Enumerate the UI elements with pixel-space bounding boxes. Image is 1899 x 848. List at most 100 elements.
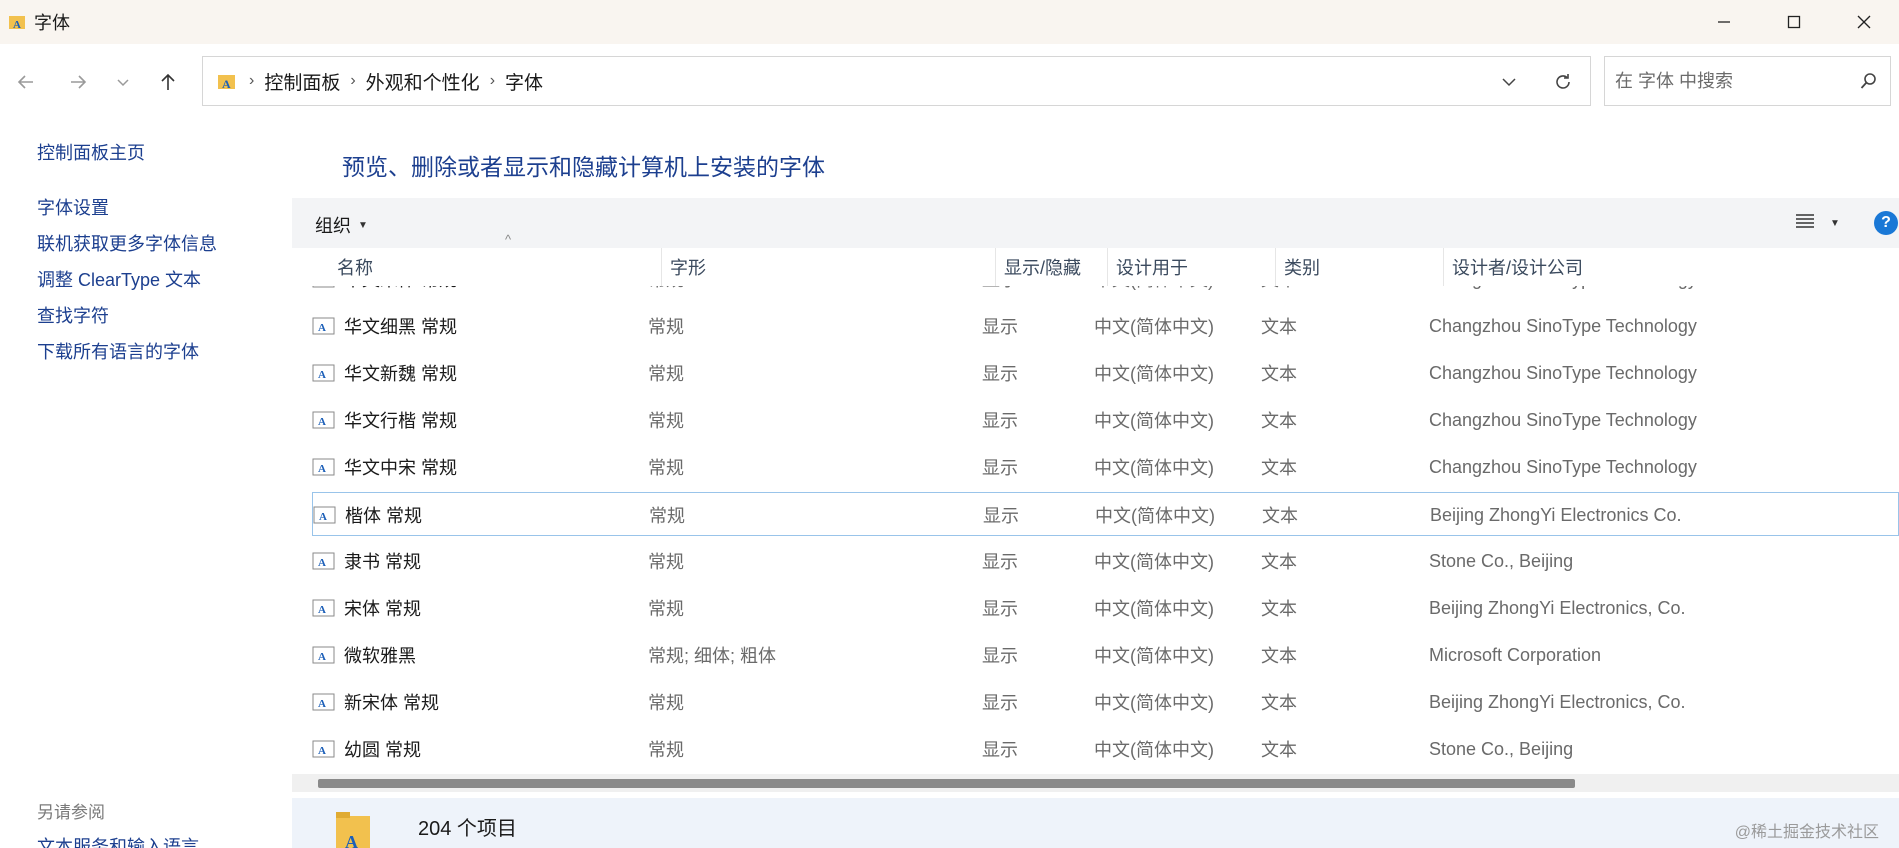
chevron-down-icon[interactable] bbox=[107, 66, 139, 98]
font-file-icon: A bbox=[312, 411, 335, 429]
visibility-cell: 显示 bbox=[982, 286, 1092, 301]
download-all-fonts-link[interactable]: 下载所有语言的字体 bbox=[37, 338, 199, 364]
search-box[interactable] bbox=[1604, 56, 1891, 106]
font-style-cell: 常规 bbox=[648, 539, 978, 583]
font-name-cell: A 华文宋体 常规 bbox=[312, 286, 672, 301]
caret-down-icon: ▼ bbox=[358, 219, 368, 231]
font-folder-icon: A bbox=[332, 810, 376, 848]
see-also-heading: 另请参阅 bbox=[37, 803, 105, 822]
font-name-cell: A 华文中宋 常规 bbox=[312, 445, 672, 489]
font-name-cell: A 微软雅黑 bbox=[312, 633, 672, 677]
designed-for-cell-text: 中文(简体中文) bbox=[1094, 411, 1214, 431]
visibility-cell: 显示 bbox=[982, 633, 1092, 677]
column-header-name[interactable]: 名称 bbox=[329, 248, 662, 286]
visibility-cell: 显示 bbox=[982, 727, 1092, 766]
designed-for-cell-text: 中文(简体中文) bbox=[1094, 364, 1214, 384]
visibility-cell-text: 显示 bbox=[983, 506, 1019, 526]
svg-text:A: A bbox=[318, 745, 326, 757]
breadcrumb-fonts[interactable]: 字体 bbox=[505, 68, 543, 95]
up-arrow-icon[interactable] bbox=[152, 66, 184, 98]
table-row[interactable]: A 幼圆 常规 常规 显示 中文(简体中文) 文本 Stone Co., Beijing bbox=[312, 727, 1899, 766]
table-row[interactable]: A 隶书 常规 常规 显示 中文(简体中文) 文本 Stone Co., Beijing bbox=[312, 539, 1899, 583]
visibility-cell: 显示 bbox=[982, 351, 1092, 395]
font-style-cell-text: 常规 bbox=[649, 506, 685, 526]
visibility-cell-text: 显示 bbox=[982, 458, 1018, 478]
table-row[interactable]: A 华文行楷 常规 常规 显示 中文(简体中文) 文本 Changzhou SinoType… bbox=[312, 398, 1899, 442]
svg-text:A: A bbox=[319, 511, 327, 523]
font-style-cell: 常规 bbox=[649, 493, 979, 537]
breadcrumb-control-panel[interactable]: 控制面板 bbox=[264, 68, 340, 95]
font-name-cell-text: 微软雅黑 bbox=[344, 646, 416, 666]
horizontal-scrollbar[interactable] bbox=[292, 774, 1899, 792]
table-row[interactable]: A 新宋体 常规 常规 显示 中文(简体中文) 文本 Beijing ZhongYi Ele… bbox=[312, 680, 1899, 724]
category-cell-text: 文本 bbox=[1261, 552, 1297, 572]
scrollbar-thumb[interactable] bbox=[318, 779, 1575, 788]
font-style-cell-text: 常规 bbox=[648, 364, 684, 384]
font-style-cell-text: 常规; 细体; 粗体 bbox=[648, 646, 777, 666]
search-input[interactable] bbox=[1615, 67, 1845, 95]
svg-text:A: A bbox=[318, 557, 326, 569]
address-history-chevron-icon[interactable] bbox=[1496, 69, 1522, 95]
organize-button[interactable]: 组织 ▼ bbox=[315, 212, 368, 238]
category-cell-text: 文本 bbox=[1261, 646, 1297, 666]
table-row[interactable]: A 微软雅黑 常规; 细体; 粗体 显示 中文(简体中文) 文本 Microsoft Cor… bbox=[312, 633, 1899, 677]
category-cell-text: 文本 bbox=[1261, 364, 1297, 384]
control-panel-home-link[interactable]: 控制面板主页 bbox=[37, 139, 145, 165]
svg-text:A: A bbox=[318, 369, 326, 381]
organize-label: 组织 bbox=[315, 216, 351, 236]
minimize-button[interactable] bbox=[1689, 0, 1759, 44]
column-header-category[interactable]: 类别 bbox=[1276, 248, 1444, 286]
find-character-link[interactable]: 查找字符 bbox=[37, 302, 109, 328]
watermark: @稀土掘金技术社区 bbox=[1734, 824, 1879, 841]
designed-for-cell-text: 中文(简体中文) bbox=[1094, 740, 1214, 760]
font-style-cell-text: 常规 bbox=[648, 740, 684, 760]
left-pane: 控制面板主页 字体设置 联机获取更多字体信息 调整 ClearType 文本 查… bbox=[0, 116, 292, 848]
table-row[interactable]: A 华文细黑 常规 常规 显示 中文(简体中文) 文本 Changzhou SinoType… bbox=[312, 304, 1899, 348]
breadcrumb-separator: › bbox=[489, 72, 496, 89]
designer-cell-text: Stone Co., Beijing bbox=[1429, 550, 1574, 571]
designer-cell: Changzhou SinoType Technology bbox=[1429, 398, 1899, 442]
font-style-cell-text: 常规 bbox=[648, 693, 684, 713]
column-header-designer[interactable]: 设计者/设计公司 bbox=[1444, 248, 1899, 286]
font-list: A华文宋体 常规常规显示中文(简体中文)文本Changzhou SinoType… bbox=[292, 286, 1899, 766]
designed-for-cell-text: 中文(简体中文) bbox=[1094, 646, 1214, 666]
search-icon[interactable] bbox=[1858, 70, 1880, 92]
svg-text:A: A bbox=[318, 604, 326, 616]
get-more-font-info-link[interactable]: 联机获取更多字体信息 bbox=[37, 230, 217, 256]
svg-text:A: A bbox=[13, 19, 21, 31]
designed-for-cell-text: 中文(简体中文) bbox=[1094, 317, 1214, 337]
table-row[interactable]: A 华文宋体 常规 常规 显示 中文(简体中文) 文本 Changzhou SinoType… bbox=[312, 286, 1899, 301]
designer-cell: Beijing ZhongYi Electronics Co. bbox=[1430, 493, 1899, 537]
table-row[interactable]: A 宋体 常规 常规 显示 中文(简体中文) 文本 Beijing ZhongYi Elec… bbox=[312, 586, 1899, 630]
text-services-link[interactable]: 文本服务和输入语言 bbox=[37, 833, 199, 848]
font-file-icon: A bbox=[313, 506, 336, 524]
designer-cell-text: Changzhou SinoType Technology bbox=[1429, 286, 1697, 290]
font-name-cell-text: 隶书 常规 bbox=[344, 552, 422, 572]
svg-text:A: A bbox=[318, 416, 326, 428]
adjust-cleartype-link[interactable]: 调整 ClearType 文本 bbox=[37, 266, 201, 292]
table-row[interactable]: A 华文中宋 常规 常规 显示 中文(简体中文) 文本 Changzhou SinoType… bbox=[312, 445, 1899, 489]
font-style-cell: 常规 bbox=[648, 304, 978, 348]
column-header-visibility[interactable]: 显示/隐藏 bbox=[996, 248, 1108, 286]
column-header-row: 名称 字形 显示/隐藏 设计用于 类别 设计者/设计公司 bbox=[292, 248, 1899, 286]
back-arrow-icon[interactable] bbox=[10, 66, 42, 98]
visibility-cell: 显示 bbox=[983, 493, 1093, 537]
view-options-button[interactable]: ▼ bbox=[1794, 210, 1852, 236]
column-header-style[interactable]: 字形 bbox=[662, 248, 996, 286]
designer-cell-text: Changzhou SinoType Technology bbox=[1429, 409, 1697, 430]
forward-arrow-icon[interactable] bbox=[62, 66, 94, 98]
column-header-designed-for[interactable]: 设计用于 bbox=[1108, 248, 1276, 286]
font-settings-link[interactable]: 字体设置 bbox=[37, 194, 109, 220]
table-row[interactable]: A 楷体 常规 常规 显示 中文(简体中文) 文本 Beijing ZhongYi Elec… bbox=[312, 492, 1899, 536]
breadcrumb-appearance[interactable]: 外观和个性化 bbox=[366, 68, 480, 95]
close-button[interactable] bbox=[1829, 0, 1899, 44]
maximize-button[interactable] bbox=[1759, 0, 1829, 44]
help-button[interactable]: ? bbox=[1874, 211, 1898, 235]
font-file-icon: A bbox=[312, 740, 335, 758]
table-row[interactable]: A 华文新魏 常规 常规 显示 中文(简体中文) 文本 Changzhou SinoType… bbox=[312, 351, 1899, 395]
font-file-icon: A bbox=[312, 552, 335, 570]
navigation-bar: A › 控制面板 › 外观和个性化 › 字体 bbox=[0, 44, 1899, 116]
designed-for-cell-text: 中文(简体中文) bbox=[1094, 599, 1214, 619]
address-bar[interactable]: A › 控制面板 › 外观和个性化 › 字体 bbox=[202, 56, 1591, 106]
refresh-icon[interactable] bbox=[1550, 69, 1576, 95]
